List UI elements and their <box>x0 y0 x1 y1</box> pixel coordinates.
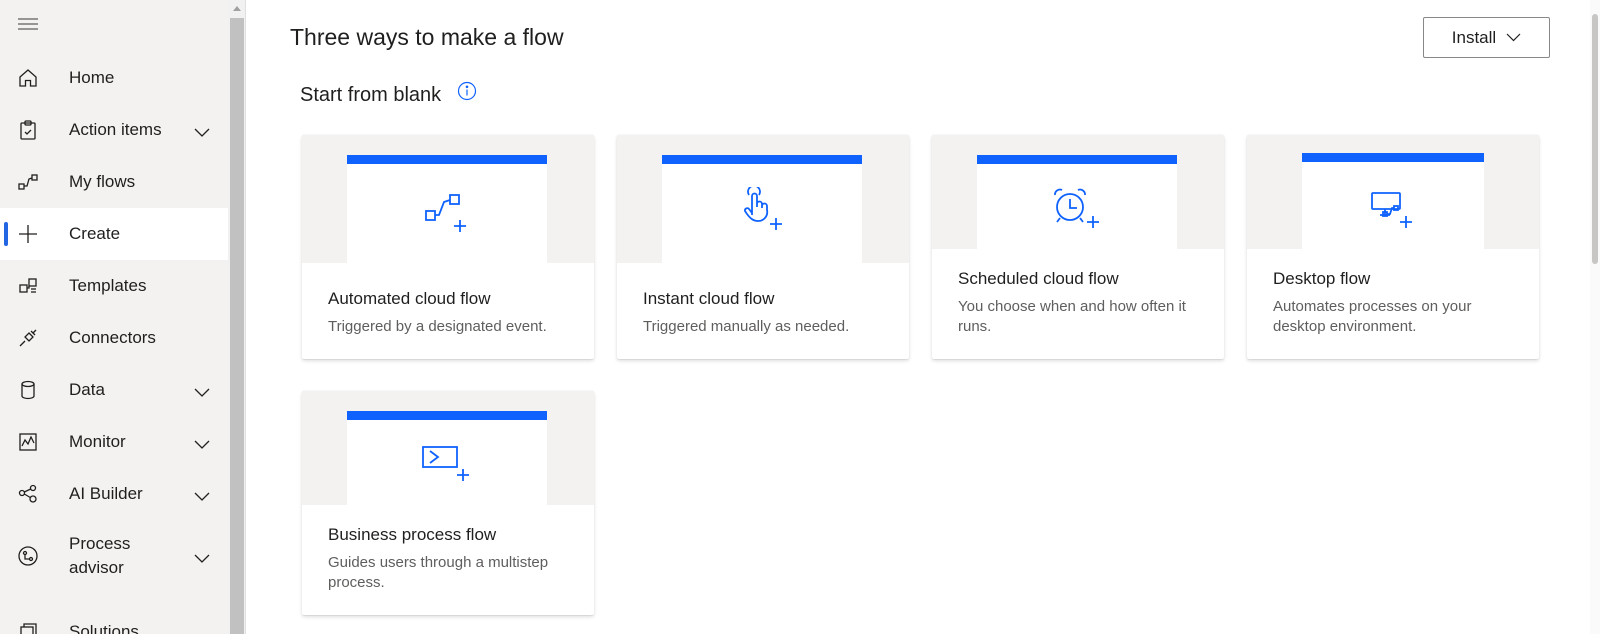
card-hero-panel <box>347 411 547 505</box>
sidebar-item-solutions[interactable]: Solutions <box>0 606 228 634</box>
card-hero-panel <box>347 155 547 263</box>
card-title: Instant cloud flow <box>643 289 775 308</box>
sidebar-item-process-advisor[interactable]: Process advisor <box>0 520 228 592</box>
page-title: Three ways to make a flow <box>290 24 564 50</box>
sidebar-item-data[interactable]: Data <box>0 364 228 416</box>
card-accent-bar <box>1302 153 1484 162</box>
sidebar-item-connectors[interactable]: Connectors <box>0 312 228 364</box>
automated-flow-icon <box>424 193 470 240</box>
section-title: Start from blank <box>300 84 442 106</box>
hamburger-menu-icon[interactable] <box>16 16 40 34</box>
card-hero <box>302 135 594 263</box>
card-description: Triggered by a designated event. <box>328 318 547 335</box>
card-description: Automates processes on your desktop envi… <box>1273 298 1472 335</box>
monitor-chart-icon <box>17 431 39 453</box>
install-button-label: Install <box>1451 27 1497 47</box>
sidebar-item-templates[interactable]: Templates <box>0 260 228 312</box>
scroll-up-arrow-icon[interactable] <box>228 0 246 18</box>
card-description: You choose when and how often it runs. <box>958 298 1186 335</box>
chevron-down-icon[interactable] <box>194 489 210 501</box>
main-scrollbar-thumb[interactable] <box>1592 14 1598 264</box>
sidebar-item-label: Process advisor <box>69 534 131 577</box>
solutions-icon <box>17 621 39 634</box>
sidebar-item-create[interactable]: Create <box>0 208 228 260</box>
sidebar-item-my-flows[interactable]: My flows <box>0 156 228 208</box>
sidebar-item-label: Connectors <box>69 328 156 347</box>
chevron-down-icon[interactable] <box>194 385 210 397</box>
sidebar-item-label: Action items <box>69 120 162 139</box>
main-scrollbar[interactable] <box>1590 0 1600 634</box>
card-accent-bar <box>977 155 1177 164</box>
card-hero <box>302 391 594 505</box>
card-hero-panel <box>662 155 862 263</box>
sidebar-item-label: Create <box>69 224 121 243</box>
sidebar-item-monitor[interactable]: Monitor <box>0 416 228 468</box>
card-title: Automated cloud flow <box>328 289 491 308</box>
sidebar-item-label: Monitor <box>69 432 126 451</box>
card-description: Guides users through a multistep process… <box>328 554 549 591</box>
sidebar: Home Action items My flows Create Templa… <box>0 0 228 634</box>
card-accent-bar <box>347 411 547 420</box>
sidebar-item-label: Templates <box>69 276 147 295</box>
card-title: Scheduled cloud flow <box>958 269 1119 288</box>
business-process-flow-card[interactable]: Business process flow Guides users throu… <box>302 391 594 615</box>
process-advisor-icon <box>17 545 39 567</box>
sidebar-scrollbar[interactable] <box>228 0 246 634</box>
card-hero <box>932 135 1224 249</box>
card-description: Triggered manually as needed. <box>643 318 850 335</box>
sidebar-item-ai-builder[interactable]: AI Builder <box>0 468 228 520</box>
instant-cloud-flow-card[interactable]: Instant cloud flow Triggered manually as… <box>617 135 909 359</box>
card-hero <box>1247 135 1539 249</box>
chevron-down-icon <box>1506 29 1521 47</box>
alarm-clock-icon <box>1051 187 1103 238</box>
sidebar-item-label: Data <box>69 380 105 399</box>
info-icon[interactable] <box>457 81 477 101</box>
install-button[interactable]: Install <box>1423 17 1550 58</box>
clipboard-icon <box>17 119 39 141</box>
card-title: Business process flow <box>328 525 497 544</box>
touch-hand-icon <box>739 184 785 240</box>
ai-builder-icon <box>17 483 39 505</box>
card-hero <box>617 135 909 263</box>
sidebar-scrollbar-thumb[interactable] <box>230 18 244 634</box>
sidebar-item-label: Solutions <box>69 622 139 634</box>
connector-icon <box>17 327 39 349</box>
desktop-flow-card[interactable]: Desktop flow Automates processes on your… <box>1247 135 1539 359</box>
chevron-down-icon[interactable] <box>194 437 210 449</box>
chevron-down-icon[interactable] <box>194 551 210 563</box>
sidebar-item-label: My flows <box>69 172 136 191</box>
plus-icon <box>17 223 39 245</box>
home-icon <box>17 67 39 89</box>
chevron-down-icon[interactable] <box>194 125 210 137</box>
desktop-flow-icon <box>1370 191 1416 236</box>
templates-icon <box>17 275 39 297</box>
sidebar-item-home[interactable]: Home <box>0 52 228 104</box>
database-icon <box>17 379 39 401</box>
sidebar-item-action-items[interactable]: Action items <box>0 104 228 156</box>
flow-icon <box>17 171 39 193</box>
business-process-icon <box>421 445 473 490</box>
card-accent-bar <box>662 155 862 164</box>
card-hero-panel <box>1302 153 1484 249</box>
card-hero-panel <box>977 155 1177 249</box>
sidebar-item-label: AI Builder <box>69 484 143 503</box>
scheduled-cloud-flow-card[interactable]: Scheduled cloud flow You choose when and… <box>932 135 1224 359</box>
automated-cloud-flow-card[interactable]: Automated cloud flow Triggered by a desi… <box>302 135 594 359</box>
card-accent-bar <box>347 155 547 164</box>
active-indicator <box>4 222 8 246</box>
card-title: Desktop flow <box>1273 269 1371 288</box>
sidebar-item-label: Home <box>69 68 115 87</box>
